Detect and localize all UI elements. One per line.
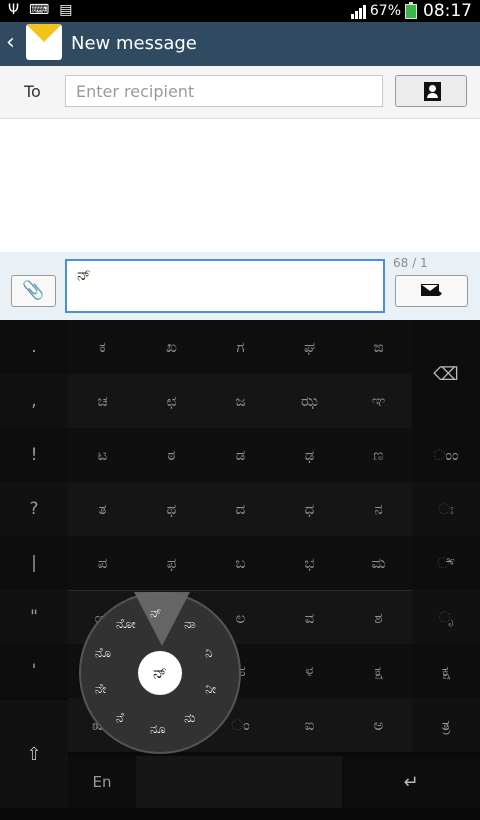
send-button[interactable] — [395, 275, 468, 307]
signal-icon — [350, 3, 366, 19]
keyboard: .,!?|"'ಕಖಗಘಙಚಛಜಝಞಟಠಡಢಣತಥದಧನಪಫಬಭಮಯರಲವಶಷಸಹ… — [0, 320, 480, 820]
message-input[interactable]: ನ್ — [65, 259, 385, 313]
radial-option[interactable]: ನೀ — [205, 682, 216, 697]
radial-highlight — [134, 592, 190, 646]
radial-option[interactable]: ನೂ — [150, 722, 166, 737]
sign-key[interactable]: ತ್ರ — [412, 698, 480, 752]
recipient-input[interactable] — [65, 75, 383, 107]
letter-key[interactable]: ಚ — [68, 374, 137, 428]
radial-option[interactable]: ನ್ — [150, 606, 161, 621]
punctuation-key[interactable]: ' — [0, 644, 68, 698]
letter-key[interactable]: ಕ್ಷ — [344, 644, 413, 698]
sign-key[interactable]: ಂಂ — [412, 428, 480, 482]
punctuation-key[interactable]: ? — [0, 482, 68, 536]
letter-key[interactable]: ಧ — [275, 482, 344, 536]
messages-app-icon[interactable] — [26, 24, 62, 60]
usb-icon: Ψ — [8, 2, 20, 18]
character-counter: 68 / 1 — [393, 256, 428, 270]
action-bar: ‹ New message — [0, 22, 480, 66]
punctuation-key[interactable]: , — [0, 374, 68, 428]
contact-icon — [424, 82, 441, 101]
attach-button[interactable]: 📎 — [11, 275, 56, 307]
radial-option[interactable]: ನೇ — [95, 682, 107, 697]
letter-key[interactable]: ನ — [344, 482, 413, 536]
clock: 08:17 — [423, 1, 472, 21]
punctuation-key[interactable]: . — [0, 320, 68, 374]
file-icon: ▤ — [59, 2, 73, 18]
backspace-icon: ⌫ — [433, 363, 459, 385]
radial-option[interactable]: ನೆ — [116, 711, 124, 726]
radial-popup[interactable]: ನ್ ನಾ ನಿ ನೀ ನು ನೂ ನೆ ನೇ ನೊ ನೋ ನ್ — [79, 592, 241, 754]
sign-key[interactable]: ೆ್ — [412, 536, 480, 590]
letter-key[interactable]: ಟ — [68, 428, 137, 482]
shift-icon: ⇧ — [26, 743, 42, 765]
language-key[interactable]: En — [68, 756, 136, 808]
space-key[interactable] — [136, 756, 342, 808]
battery-icon — [405, 1, 417, 19]
radial-option[interactable]: ನೊ — [95, 646, 111, 661]
back-icon[interactable]: ‹ — [6, 30, 15, 55]
letter-key[interactable]: ಘ — [275, 320, 344, 374]
letter-key[interactable]: ವ — [275, 590, 344, 644]
letter-key[interactable]: ಬ — [206, 536, 275, 590]
letter-key[interactable]: ಫ — [137, 536, 206, 590]
message-area — [0, 119, 480, 252]
letter-key[interactable]: ಭ — [275, 536, 344, 590]
letter-key[interactable]: ಢ — [275, 428, 344, 482]
letter-key[interactable]: ಖ — [137, 320, 206, 374]
compose-bar: 📎 ನ್ 68 / 1 — [0, 252, 480, 320]
radial-option[interactable]: ನೋ — [116, 617, 136, 632]
punctuation-key[interactable]: ! — [0, 428, 68, 482]
send-icon — [421, 284, 442, 300]
radial-option[interactable]: ನಾ — [184, 617, 196, 632]
recipient-row: To — [0, 66, 480, 119]
backspace-key[interactable]: ⌫ — [412, 320, 480, 428]
letter-key[interactable]: ಞ — [344, 374, 413, 428]
status-right: 67% 08:17 — [350, 1, 472, 21]
letter-key[interactable]: ದ — [206, 482, 275, 536]
punctuation-key[interactable]: " — [0, 590, 68, 644]
radial-option[interactable]: ನು — [184, 711, 195, 726]
letter-key[interactable]: ಙ — [344, 320, 413, 374]
sign-key[interactable]: ೃ — [412, 590, 480, 644]
shift-key[interactable]: ⇧ — [0, 700, 68, 808]
keyboard-icon: ⌨ — [29, 2, 50, 18]
letter-key[interactable]: ಜ — [206, 374, 275, 428]
radial-option[interactable]: ನಿ — [205, 646, 212, 661]
punctuation-key[interactable]: | — [0, 536, 68, 590]
to-label: To — [24, 82, 41, 101]
letter-key[interactable]: ಪ — [68, 536, 137, 590]
letter-key[interactable]: ಐ — [275, 698, 344, 752]
notification-icons: Ψ ⌨ ▤ — [8, 2, 72, 18]
status-bar: Ψ ⌨ ▤ 67% 08:17 — [0, 0, 480, 22]
letter-key[interactable]: ಠ — [137, 428, 206, 482]
letter-key[interactable]: ಡ — [206, 428, 275, 482]
radial-center[interactable]: ನ್ — [138, 651, 182, 695]
enter-key[interactable]: ↵ — [342, 756, 480, 808]
letter-key[interactable]: ಝ — [275, 374, 344, 428]
enter-icon: ↵ — [403, 771, 419, 793]
paperclip-icon: 📎 — [22, 280, 45, 301]
contacts-button[interactable] — [395, 75, 467, 107]
letter-key[interactable]: ಳ — [275, 644, 344, 698]
page-title: New message — [71, 33, 197, 54]
sign-key[interactable]: ಃ — [412, 482, 480, 536]
letter-key[interactable]: ಛ — [137, 374, 206, 428]
letter-key[interactable]: ಮ — [344, 536, 413, 590]
letter-key[interactable]: ಕ — [68, 320, 137, 374]
letter-key[interactable]: ಥ — [137, 482, 206, 536]
letter-key[interactable]: ತ — [68, 482, 137, 536]
letter-key[interactable]: ಣ — [344, 428, 413, 482]
sign-key[interactable]: ಕ್ಷ — [412, 644, 480, 698]
letter-key[interactable]: ಗ — [206, 320, 275, 374]
letter-key[interactable]: ಶ — [344, 590, 413, 644]
letter-key[interactable]: ಅ — [344, 698, 413, 752]
battery-percent: 67% — [369, 3, 401, 19]
